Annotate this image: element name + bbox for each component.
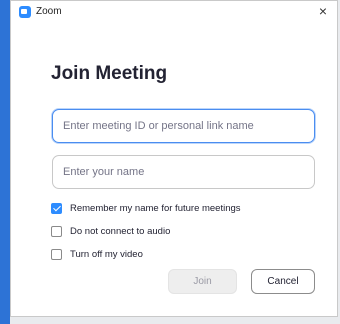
join-button[interactable]: Join bbox=[168, 269, 237, 294]
no-audio-option[interactable]: Do not connect to audio bbox=[51, 224, 170, 238]
page-title: Join Meeting bbox=[51, 63, 168, 84]
video-off-label: Turn off my video bbox=[70, 248, 143, 260]
cancel-button[interactable]: Cancel bbox=[251, 269, 315, 294]
no-audio-label: Do not connect to audio bbox=[70, 225, 171, 237]
close-button[interactable]: × bbox=[315, 3, 331, 19]
window-title: Zoom bbox=[36, 6, 62, 17]
remember-name-checkbox[interactable] bbox=[51, 202, 62, 214]
remember-name-label: Remember my name for future meetings bbox=[70, 202, 241, 214]
title-bar: Zoom × bbox=[11, 1, 337, 23]
join-meeting-window: Zoom × Join Meeting Remember my name for… bbox=[10, 0, 338, 317]
no-audio-checkbox[interactable] bbox=[51, 225, 62, 237]
desktop-background-edge bbox=[0, 0, 10, 324]
zoom-camera-icon bbox=[19, 6, 31, 18]
remember-name-option[interactable]: Remember my name for future meetings bbox=[51, 201, 241, 215]
video-off-option[interactable]: Turn off my video bbox=[51, 247, 143, 261]
name-input[interactable] bbox=[52, 155, 315, 189]
meeting-id-input[interactable] bbox=[52, 109, 315, 143]
video-off-checkbox[interactable] bbox=[51, 248, 62, 260]
